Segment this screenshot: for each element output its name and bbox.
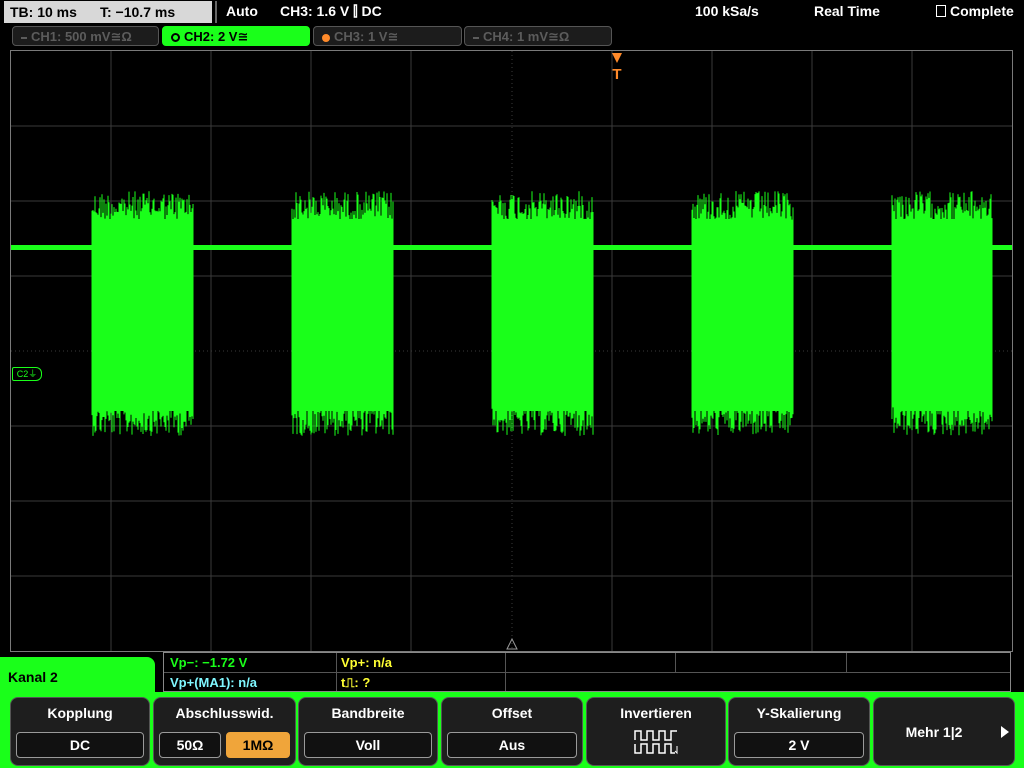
- ch2-burst-noise: [691, 191, 794, 435]
- ch2-baseline-segment: [793, 245, 892, 250]
- softkey-y-skalierung-value[interactable]: 2 V: [734, 732, 864, 758]
- softkey-kopplung-title: Kopplung: [47, 705, 113, 721]
- measurement-vp-plus: Vp+: n/a: [341, 655, 392, 670]
- option-1m-ohm[interactable]: 1MΩ: [226, 732, 290, 758]
- tab-ch3-label: CH3: 1 V≅: [334, 29, 399, 44]
- ch2-indicator-icon: [171, 33, 180, 43]
- option-50-ohm[interactable]: 50Ω: [159, 732, 221, 758]
- ch2-burst-noise: [291, 191, 394, 436]
- softkey-kopplung[interactable]: Kopplung DC: [10, 697, 150, 766]
- ch3-indicator-icon: [322, 33, 330, 42]
- softkey-y-skalierung-title: Y-Skalierung: [756, 705, 842, 721]
- tab-ch4-label: CH4: 1 mV≅Ω: [483, 29, 570, 44]
- softkey-abschlusswid[interactable]: Abschlusswid. 50Ω 1MΩ: [153, 697, 296, 766]
- timebase-box[interactable]: TB: 10 ms T: −10.7 ms: [4, 1, 212, 23]
- waveform-svg: T: [11, 51, 1012, 651]
- softkey-bandbreite-title: Bandbreite: [331, 705, 405, 721]
- tab-ch3[interactable]: CH3: 1 V≅: [313, 26, 462, 46]
- softkey-invertieren[interactable]: Invertieren: [586, 697, 726, 766]
- tab-ch2-label: CH2: 2 V≅: [184, 29, 249, 44]
- ch2-burst-noise: [891, 191, 993, 436]
- softkey-kopplung-value[interactable]: DC: [16, 732, 144, 758]
- softkey-mehr[interactable]: Mehr 1|2: [873, 697, 1015, 766]
- measurement-vp-plus-ma1: Vp+(MA1): n/a: [170, 675, 258, 690]
- tab-ch1-label: CH1: 500 mV≅Ω: [31, 29, 132, 44]
- waveform-display[interactable]: T C2⏚: [10, 50, 1013, 652]
- ch2-waveform: [11, 191, 1012, 436]
- ch2-baseline-segment: [393, 245, 492, 250]
- invert-square-wave-icon: [634, 730, 678, 755]
- tab-ch1[interactable]: CH1: 500 mV≅Ω: [12, 26, 159, 46]
- softkey-mehr-label: Mehr 1|2: [905, 724, 963, 740]
- ch2-baseline-segment: [593, 245, 692, 250]
- softkey-offset[interactable]: Offset Aus: [441, 697, 583, 766]
- softkey-y-skalierung[interactable]: Y-Skalierung 2 V: [728, 697, 870, 766]
- trigger-info[interactable]: CH3: 1.6 V ⫿ DC: [280, 3, 382, 20]
- ch2-baseline-segment: [193, 245, 292, 250]
- measurement-vp-minus: Vp−: −1.72 V: [170, 655, 248, 670]
- softkey-abschlusswid-title: Abschlusswid.: [175, 705, 274, 721]
- softkey-offset-value[interactable]: Aus: [447, 732, 577, 758]
- softkey-bandbreite[interactable]: Bandbreite Voll: [298, 697, 438, 766]
- tab-ch4[interactable]: CH4: 1 mV≅Ω: [464, 26, 612, 46]
- copy-icon: [936, 5, 946, 17]
- timebase-label: TB: 10 ms: [10, 4, 77, 20]
- trigger-position-icon[interactable]: [612, 53, 622, 63]
- softkey-bandbreite-value[interactable]: Voll: [304, 732, 432, 758]
- sample-rate: 100 kSa/s: [695, 3, 759, 19]
- chevron-right-icon: [1001, 726, 1009, 738]
- ch1-indicator-icon: [21, 36, 27, 39]
- menu-title: Kanal 2: [8, 669, 58, 685]
- ch2-ground-marker[interactable]: C2⏚: [12, 367, 42, 381]
- acquisition-mode: Real Time: [814, 3, 880, 19]
- ch2-burst-noise: [91, 191, 194, 436]
- softkey-invertieren-title: Invertieren: [620, 705, 692, 721]
- divider: [215, 1, 217, 23]
- measurement-pulse: t⎍: ?: [341, 675, 371, 690]
- trigger-time-label: T: −10.7 ms: [100, 4, 176, 20]
- softkey-offset-title: Offset: [491, 705, 533, 721]
- trigger-marker: T: [612, 66, 621, 83]
- tab-ch2[interactable]: CH2: 2 V≅: [162, 26, 310, 46]
- trigger-mode[interactable]: Auto: [226, 3, 258, 19]
- ch4-indicator-icon: [473, 36, 479, 39]
- ch2-baseline-segment: [992, 245, 1012, 250]
- ch2-baseline-segment: [11, 245, 92, 250]
- status-label: Complete: [950, 3, 1014, 19]
- measurement-panel: Vp−: −1.72 V Vp+: n/a Vp+(MA1): n/a t⎍: …: [163, 652, 1011, 692]
- acquisition-status: Complete: [936, 3, 1014, 19]
- ch2-burst-noise: [491, 191, 594, 436]
